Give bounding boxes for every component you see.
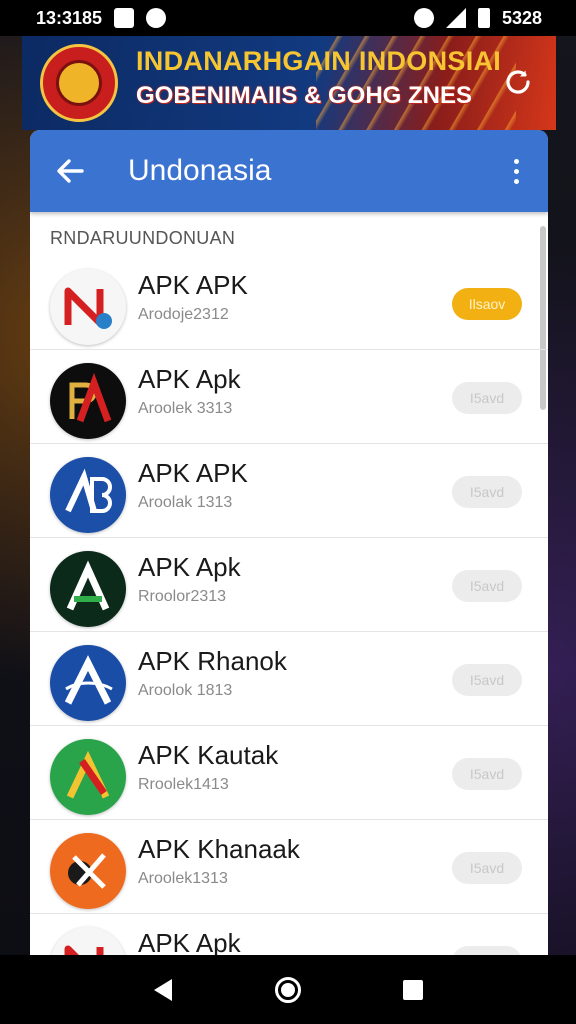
app-meta: Aroolok 1813 bbox=[138, 682, 233, 699]
nav-back-button[interactable] bbox=[139, 966, 187, 1014]
app-name: APK Rhanok bbox=[138, 646, 287, 676]
more-vert-icon bbox=[513, 158, 519, 164]
emblem-logo bbox=[40, 44, 118, 122]
list-item[interactable]: APK Apk Aroolek 3313 I5avd bbox=[30, 350, 548, 444]
app-name: APK APK bbox=[138, 270, 248, 300]
back-button[interactable] bbox=[50, 151, 90, 191]
nav-recents-button[interactable] bbox=[389, 966, 437, 1014]
app-list: APK APK Arodoje2312 Ilsaov APK Apk Arool… bbox=[30, 256, 548, 955]
page-title: Undonasia bbox=[128, 154, 272, 187]
app-name: APK APK bbox=[138, 458, 248, 488]
app-meta: Aroolek1313 bbox=[138, 870, 228, 887]
banner-title: INDANARHGAIN INDONSIAI bbox=[136, 46, 502, 76]
header-banner: INDANARHGAIN INDONSIAI GOBENIMAIIS & GOH… bbox=[22, 36, 556, 130]
app-action-button[interactable]: I5avd bbox=[452, 476, 522, 508]
status-right-text: 5328 bbox=[501, 7, 542, 28]
app-action-button[interactable]: I5avd bbox=[452, 382, 522, 414]
battery-icon bbox=[477, 8, 490, 28]
list-item[interactable]: APK APK Arodoje2312 Ilsaov bbox=[30, 256, 548, 350]
app-action-button[interactable] bbox=[452, 946, 522, 955]
overflow-menu-button[interactable] bbox=[506, 153, 526, 189]
app-meta: Rroolor2313 bbox=[138, 588, 227, 605]
alarm-icon bbox=[413, 8, 434, 28]
banner-subtitle: GOBENIMAIIS & GOHG ZNES bbox=[136, 82, 473, 109]
list-item[interactable]: APK APK Aroolak 1313 I5avd bbox=[30, 444, 548, 538]
app-name: APK Apk bbox=[138, 928, 241, 955]
refresh-button[interactable] bbox=[500, 64, 536, 100]
arrow-back-icon bbox=[57, 159, 84, 183]
nav-home-button[interactable] bbox=[264, 966, 312, 1014]
app-name: APK Apk bbox=[138, 552, 241, 582]
list-item[interactable]: APK Apk bbox=[30, 914, 548, 955]
app-bar: Undonasia bbox=[30, 130, 548, 212]
list-item[interactable]: APK Rhanok Aroolok 1813 I5avd bbox=[30, 632, 548, 726]
app-action-button[interactable]: I5avd bbox=[452, 852, 522, 884]
app-icon-green-a bbox=[50, 551, 126, 627]
app-icon-black-pa bbox=[50, 363, 126, 439]
app-icon-red-n bbox=[50, 269, 126, 345]
app-name: APK Kautak bbox=[138, 740, 279, 770]
app-icon-blue-a bbox=[50, 645, 126, 721]
list-item[interactable]: APK Apk Rroolor2313 I5avd bbox=[30, 538, 548, 632]
section-header: RNDARUUNDONUAN bbox=[50, 228, 236, 248]
triangle-back-icon bbox=[153, 978, 172, 1001]
app-icon-green-k bbox=[50, 739, 126, 815]
app-action-button[interactable]: I5avd bbox=[452, 758, 522, 790]
notification-icon bbox=[114, 8, 135, 28]
app-meta: Rroolek1413 bbox=[138, 776, 229, 793]
app-icon-red-n bbox=[50, 927, 126, 955]
square-recents-icon bbox=[403, 979, 424, 1000]
app-name: APK Apk bbox=[138, 364, 241, 394]
signal-icon bbox=[445, 8, 466, 28]
app-action-button[interactable]: Ilsaov bbox=[452, 288, 522, 320]
app-action-button[interactable]: I5avd bbox=[452, 570, 522, 602]
app-name: APK Khanaak bbox=[138, 834, 300, 864]
list-item[interactable]: APK Kautak Rroolek1413 I5avd bbox=[30, 726, 548, 820]
list-item[interactable]: APK Khanaak Aroolek1313 I5avd bbox=[30, 820, 548, 914]
app-list-card: Undonasia RNDARUUNDONUAN APK APK Arodoje… bbox=[30, 130, 548, 955]
circle-home-icon bbox=[274, 976, 301, 1003]
app-meta: Aroolak 1313 bbox=[138, 494, 233, 511]
notification-icon-2 bbox=[146, 8, 167, 28]
app-icon-blue-ab bbox=[50, 457, 126, 533]
app-meta: Aroolek 3313 bbox=[138, 400, 233, 417]
status-time: 13:3185 bbox=[36, 7, 103, 28]
app-icon-orange-x bbox=[50, 833, 126, 909]
app-meta: Arodoje2312 bbox=[138, 306, 229, 323]
app-action-button[interactable]: I5avd bbox=[452, 664, 522, 696]
status-bar: 13:3185 5328 bbox=[0, 0, 576, 36]
navigation-bar bbox=[0, 955, 576, 1024]
refresh-icon bbox=[506, 70, 530, 94]
